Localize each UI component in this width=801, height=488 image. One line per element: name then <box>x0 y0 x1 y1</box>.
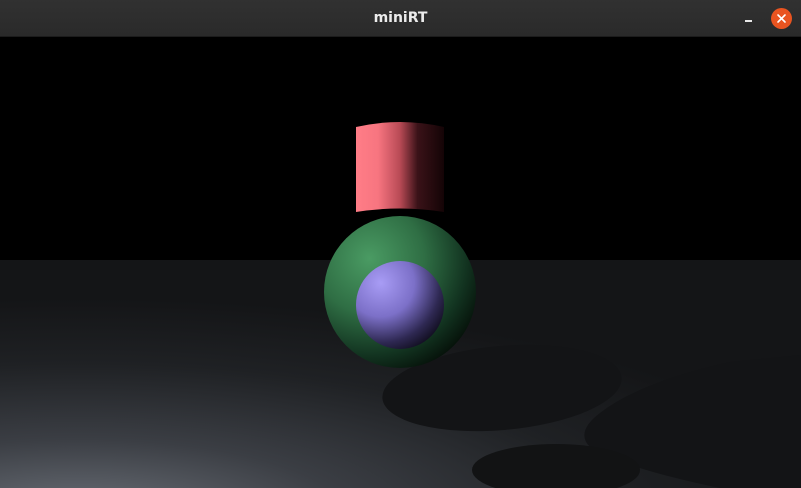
close-icon[interactable] <box>771 8 792 29</box>
pink-cylinder <box>356 122 444 212</box>
title-bar[interactable]: miniRT <box>0 0 801 37</box>
render-viewport <box>0 37 801 488</box>
app-window: miniRT <box>0 0 801 488</box>
rendered-scene <box>0 37 801 488</box>
minimize-icon[interactable] <box>737 8 759 30</box>
purple-sphere <box>356 261 444 349</box>
window-title: miniRT <box>373 10 428 26</box>
